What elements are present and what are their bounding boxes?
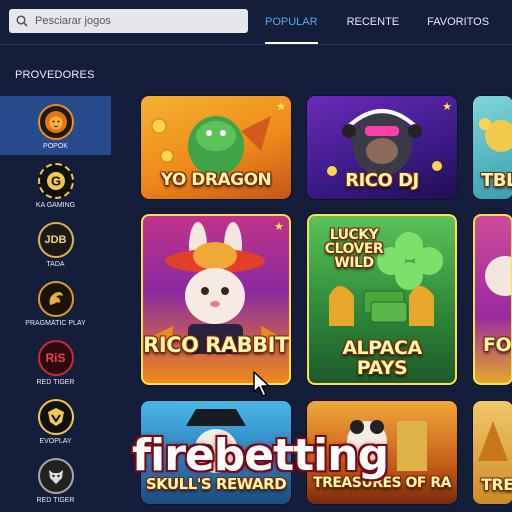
partial-card-art [485,256,511,296]
svg-text:G: G [50,174,60,189]
evoplay-logo-icon [37,399,74,435]
game-subtitle: LUCKY CLOVER WILD [324,227,384,271]
game-card-trea[interactable]: TREA [473,401,512,504]
tab-recente[interactable]: RECENTE [347,0,400,44]
dragon-logo-icon [37,281,74,317]
tiger-logo-icon [37,458,74,494]
favorite-star-icon[interactable]: ★ [442,100,452,113]
search-icon [9,9,35,33]
game-title: TREA [481,475,512,494]
search-input[interactable] [35,10,235,32]
sidebar-item-label: RED TIGER [36,379,75,386]
sidebar-item-red-tiger[interactable]: RiS RED TIGER [0,332,111,391]
header-divider [0,44,512,45]
sidebar-item-label: EVOPLAY [39,438,72,445]
game-title: RICO DJ [345,170,419,191]
rt-logo-icon: RiS [37,340,74,376]
sidebar-item-popok[interactable]: POPOK [0,96,111,155]
game-title: RICO RABBIT [143,333,289,357]
game-card-rico-dj[interactable]: ★ RICO DJ [307,96,457,199]
favorite-star-icon[interactable]: ★ [274,220,284,233]
sidebar-item-label: PRAGMATIC PLAY [25,320,86,327]
game-card-yo-dragon[interactable]: ★ YO DRAGON [141,96,291,199]
favorite-star-icon[interactable]: ★ [276,100,286,113]
sidebar-item-label: TADA [46,261,65,268]
watermark-text: firebetting [132,430,389,481]
sidebar-item-pragmatic-play[interactable]: PRAGMATIC PLAY [0,273,111,332]
sidebar-item-label: POPOK [43,143,68,150]
providers-title: PROVEDORES [15,69,95,81]
mouse-cursor-icon [253,371,270,397]
sidebar-item-ka-gaming[interactable]: G KA GAMING [0,155,111,214]
search-box[interactable] [9,9,248,33]
jdb-logo-icon: JDB [37,222,74,258]
sidebar-item-red-tiger-2[interactable]: RED TIGER [0,450,111,509]
game-title: ALPACA PAYS [342,337,422,379]
sidebar-item-label: KA GAMING [35,202,76,209]
game-card-for[interactable]: FOR [473,214,512,385]
game-tabs: POPULAR RECENTE FAVORITOS [262,0,489,44]
game-card-tbl[interactable]: TBL [473,96,512,199]
sidebar-item-evoplay[interactable]: EVOPLAY [0,391,111,450]
sidebar-item-tada[interactable]: JDB TADA [0,214,111,273]
tab-favoritos[interactable]: FAVORITOS [427,0,489,44]
sidebar-item-label: RED TIGER [36,497,75,504]
g-logo-icon: G [37,163,74,199]
lion-logo-icon [37,104,74,140]
game-card-rico-rabbit[interactable]: ★ RICO RABBIT [141,214,291,385]
game-title: TBL [481,170,512,191]
tab-popular[interactable]: POPULAR [265,0,318,44]
providers-sidebar: POPOK G KA GAMING JDB TADA PRAGMATIC PLA… [0,96,111,509]
game-title: YO DRAGON [160,170,272,190]
rabbit-art [153,222,279,356]
game-title: FOR [483,334,512,356]
game-card-alpaca-pays[interactable]: LUCKY CLOVER WILD ALPACA PAYS [307,214,457,385]
